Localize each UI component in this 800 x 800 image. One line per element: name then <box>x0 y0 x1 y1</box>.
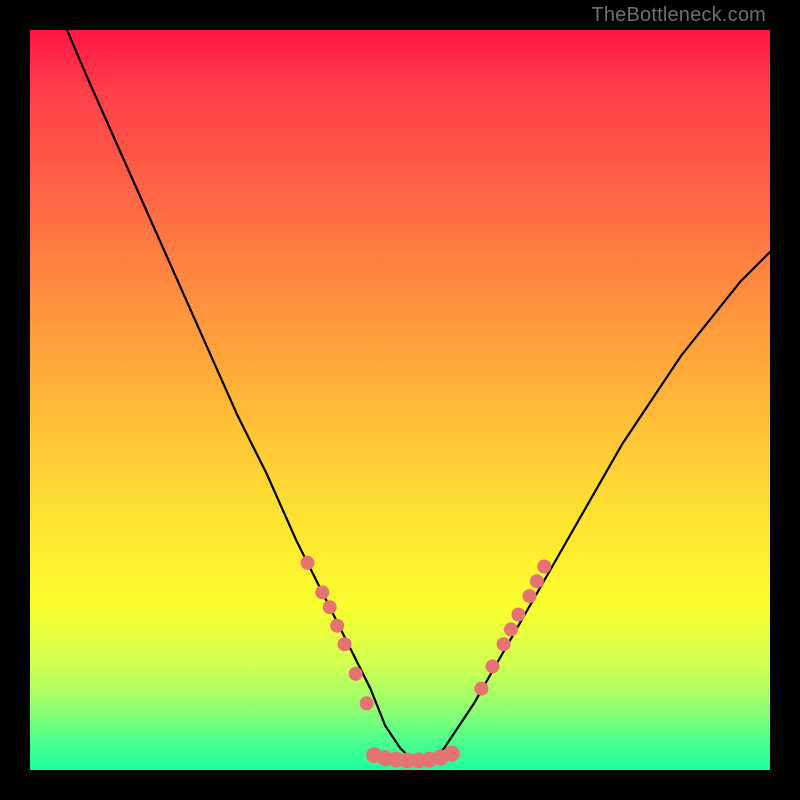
curve-marker <box>537 560 551 574</box>
watermark-text: TheBottleneck.com <box>591 4 766 27</box>
curve-svg <box>30 30 770 770</box>
curve-marker <box>497 637 511 651</box>
markers-left <box>301 556 374 711</box>
curve-marker <box>338 637 352 651</box>
curve-marker <box>523 589 537 603</box>
curve-marker <box>530 574 544 588</box>
curve-marker <box>511 608 525 622</box>
curve-marker <box>330 619 344 633</box>
curve-marker <box>315 585 329 599</box>
curve-marker <box>360 696 374 710</box>
curve-marker <box>504 622 518 636</box>
markers-right <box>474 560 551 696</box>
curve-marker <box>474 682 488 696</box>
curve-marker <box>301 556 315 570</box>
bottleneck-curve <box>67 30 770 763</box>
curve-marker <box>323 600 337 614</box>
markers-floor <box>366 746 460 769</box>
chart-frame: TheBottleneck.com <box>0 0 800 800</box>
plot-area <box>30 30 770 770</box>
curve-marker <box>486 659 500 673</box>
curve-marker <box>349 667 363 681</box>
curve-marker <box>444 746 460 762</box>
